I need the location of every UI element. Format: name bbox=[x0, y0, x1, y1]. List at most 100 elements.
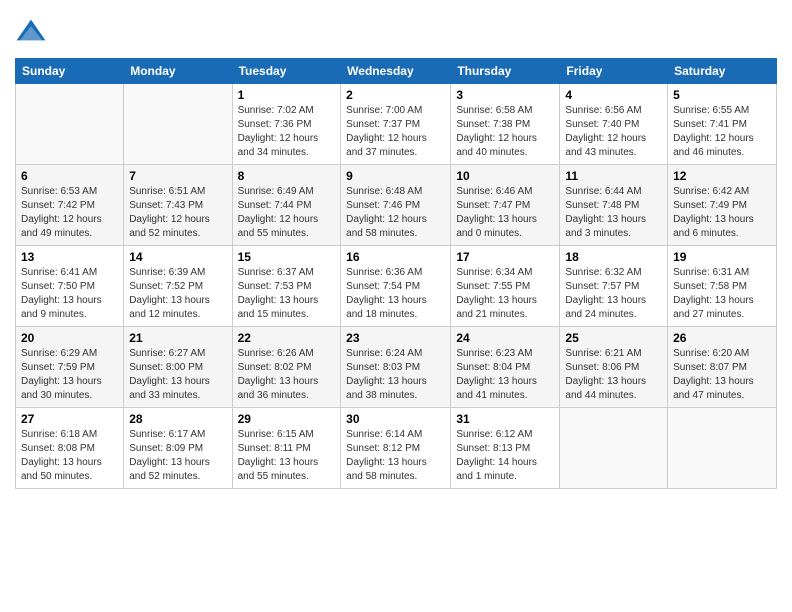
calendar-week-5: 27Sunrise: 6:18 AM Sunset: 8:08 PM Dayli… bbox=[16, 408, 777, 489]
day-number: 15 bbox=[238, 250, 336, 264]
day-info: Sunrise: 6:26 AM Sunset: 8:02 PM Dayligh… bbox=[238, 347, 336, 403]
calendar-cell: 5Sunrise: 6:55 AM Sunset: 7:41 PM Daylig… bbox=[668, 84, 777, 165]
day-info: Sunrise: 6:14 AM Sunset: 8:12 PM Dayligh… bbox=[346, 428, 445, 484]
calendar-cell: 17Sunrise: 6:34 AM Sunset: 7:55 PM Dayli… bbox=[451, 246, 560, 327]
calendar-cell: 31 Sunrise: 6:12 AM Sunset: 8:13 PM Dayli… bbox=[451, 408, 560, 489]
day-number: 26 bbox=[673, 331, 771, 345]
calendar-cell: 3 Sunrise: 6:58 AM Sunset: 7:38 PM Daylig… bbox=[451, 84, 560, 165]
weekday-header-thursday: Thursday bbox=[451, 59, 560, 84]
day-number: 31 bbox=[456, 412, 554, 426]
day-info: Sunrise: 6:24 AM Sunset: 8:03 PM Dayligh… bbox=[346, 347, 445, 403]
day-number: 29 bbox=[238, 412, 336, 426]
day-info: Sunrise: 6:58 AM Sunset: 7:38 PM Dayligh… bbox=[456, 104, 554, 160]
day-number: 5 bbox=[673, 88, 771, 102]
logo-icon bbox=[15, 18, 47, 50]
day-info: Sunrise: 6:23 AM Sunset: 8:04 PM Dayligh… bbox=[456, 347, 554, 403]
day-info: Sunrise: 6:39 AM Sunset: 7:52 PM Dayligh… bbox=[129, 266, 226, 322]
calendar-cell: 15Sunrise: 6:37 AM Sunset: 7:53 PM Dayli… bbox=[232, 246, 341, 327]
day-info: Sunrise: 6:20 AM Sunset: 8:07 PM Dayligh… bbox=[673, 347, 771, 403]
page-header bbox=[15, 10, 777, 50]
day-info: Sunrise: 7:00 AM Sunset: 7:37 PM Dayligh… bbox=[346, 104, 445, 160]
day-number: 19 bbox=[673, 250, 771, 264]
calendar-header-row: SundayMondayTuesdayWednesdayThursdayFrid… bbox=[16, 59, 777, 84]
day-info: Sunrise: 6:56 AM Sunset: 7:40 PM Dayligh… bbox=[565, 104, 662, 160]
day-info: Sunrise: 6:44 AM Sunset: 7:48 PM Dayligh… bbox=[565, 185, 662, 241]
calendar-cell: 22 Sunrise: 6:26 AM Sunset: 8:02 PM Dayli… bbox=[232, 327, 341, 408]
calendar-cell: 6Sunrise: 6:53 AM Sunset: 7:42 PM Daylig… bbox=[16, 165, 124, 246]
calendar-cell: 1 Sunrise: 7:02 AM Sunset: 7:36 PM Daylig… bbox=[232, 84, 341, 165]
calendar-cell: 11 Sunrise: 6:44 AM Sunset: 7:48 PM Dayli… bbox=[560, 165, 668, 246]
day-number: 11 bbox=[565, 169, 662, 183]
day-number: 20 bbox=[21, 331, 118, 345]
day-number: 17 bbox=[456, 250, 554, 264]
logo bbox=[15, 18, 51, 50]
day-number: 12 bbox=[673, 169, 771, 183]
day-number: 22 bbox=[238, 331, 336, 345]
calendar-cell: 14 Sunrise: 6:39 AM Sunset: 7:52 PM Dayli… bbox=[124, 246, 232, 327]
day-number: 30 bbox=[346, 412, 445, 426]
day-number: 28 bbox=[129, 412, 226, 426]
day-number: 4 bbox=[565, 88, 662, 102]
day-info: Sunrise: 6:29 AM Sunset: 7:59 PM Dayligh… bbox=[21, 347, 118, 403]
day-number: 25 bbox=[565, 331, 662, 345]
day-info: Sunrise: 6:48 AM Sunset: 7:46 PM Dayligh… bbox=[346, 185, 445, 241]
calendar-cell: 8 Sunrise: 6:49 AM Sunset: 7:44 PM Daylig… bbox=[232, 165, 341, 246]
day-number: 21 bbox=[129, 331, 226, 345]
day-info: Sunrise: 6:17 AM Sunset: 8:09 PM Dayligh… bbox=[129, 428, 226, 484]
calendar-week-1: 1 Sunrise: 7:02 AM Sunset: 7:36 PM Daylig… bbox=[16, 84, 777, 165]
calendar-cell: 28 Sunrise: 6:17 AM Sunset: 8:09 PM Dayli… bbox=[124, 408, 232, 489]
calendar-cell: 19 Sunrise: 6:31 AM Sunset: 7:58 PM Dayli… bbox=[668, 246, 777, 327]
calendar-cell bbox=[560, 408, 668, 489]
calendar-week-4: 20 Sunrise: 6:29 AM Sunset: 7:59 PM Dayli… bbox=[16, 327, 777, 408]
calendar-cell: 29 Sunrise: 6:15 AM Sunset: 8:11 PM Dayli… bbox=[232, 408, 341, 489]
calendar-body: 1 Sunrise: 7:02 AM Sunset: 7:36 PM Daylig… bbox=[16, 84, 777, 489]
calendar-cell: 24 Sunrise: 6:23 AM Sunset: 8:04 PM Dayli… bbox=[451, 327, 560, 408]
day-info: Sunrise: 6:31 AM Sunset: 7:58 PM Dayligh… bbox=[673, 266, 771, 322]
day-info: Sunrise: 6:36 AM Sunset: 7:54 PM Dayligh… bbox=[346, 266, 445, 322]
day-number: 6 bbox=[21, 169, 118, 183]
calendar-cell: 20 Sunrise: 6:29 AM Sunset: 7:59 PM Dayli… bbox=[16, 327, 124, 408]
day-info: Sunrise: 6:18 AM Sunset: 8:08 PM Dayligh… bbox=[21, 428, 118, 484]
day-info: Sunrise: 6:49 AM Sunset: 7:44 PM Dayligh… bbox=[238, 185, 336, 241]
day-number: 1 bbox=[238, 88, 336, 102]
day-number: 9 bbox=[346, 169, 445, 183]
calendar-cell: 12 Sunrise: 6:42 AM Sunset: 7:49 PM Dayli… bbox=[668, 165, 777, 246]
day-info: Sunrise: 6:27 AM Sunset: 8:00 PM Dayligh… bbox=[129, 347, 226, 403]
weekday-header-sunday: Sunday bbox=[16, 59, 124, 84]
calendar-cell: 26 Sunrise: 6:20 AM Sunset: 8:07 PM Dayli… bbox=[668, 327, 777, 408]
calendar-cell: 4 Sunrise: 6:56 AM Sunset: 7:40 PM Daylig… bbox=[560, 84, 668, 165]
day-info: Sunrise: 6:15 AM Sunset: 8:11 PM Dayligh… bbox=[238, 428, 336, 484]
weekday-header-saturday: Saturday bbox=[668, 59, 777, 84]
calendar-cell bbox=[124, 84, 232, 165]
day-number: 10 bbox=[456, 169, 554, 183]
day-number: 18 bbox=[565, 250, 662, 264]
day-info: Sunrise: 6:51 AM Sunset: 7:43 PM Dayligh… bbox=[129, 185, 226, 241]
day-info: Sunrise: 6:21 AM Sunset: 8:06 PM Dayligh… bbox=[565, 347, 662, 403]
calendar-cell: 18 Sunrise: 6:32 AM Sunset: 7:57 PM Dayli… bbox=[560, 246, 668, 327]
day-info: Sunrise: 7:02 AM Sunset: 7:36 PM Dayligh… bbox=[238, 104, 336, 160]
day-number: 14 bbox=[129, 250, 226, 264]
day-number: 23 bbox=[346, 331, 445, 345]
day-number: 8 bbox=[238, 169, 336, 183]
calendar-cell: 16 Sunrise: 6:36 AM Sunset: 7:54 PM Dayli… bbox=[341, 246, 451, 327]
day-number: 24 bbox=[456, 331, 554, 345]
day-number: 16 bbox=[346, 250, 445, 264]
day-number: 2 bbox=[346, 88, 445, 102]
calendar-cell bbox=[668, 408, 777, 489]
calendar-cell: 25 Sunrise: 6:21 AM Sunset: 8:06 PM Dayli… bbox=[560, 327, 668, 408]
calendar-table: SundayMondayTuesdayWednesdayThursdayFrid… bbox=[15, 58, 777, 489]
day-info: Sunrise: 6:12 AM Sunset: 8:13 PM Dayligh… bbox=[456, 428, 554, 484]
calendar-cell bbox=[16, 84, 124, 165]
day-number: 13 bbox=[21, 250, 118, 264]
weekday-header-friday: Friday bbox=[560, 59, 668, 84]
calendar-cell: 23 Sunrise: 6:24 AM Sunset: 8:03 PM Dayli… bbox=[341, 327, 451, 408]
calendar-cell: 27Sunrise: 6:18 AM Sunset: 8:08 PM Dayli… bbox=[16, 408, 124, 489]
day-info: Sunrise: 6:46 AM Sunset: 7:47 PM Dayligh… bbox=[456, 185, 554, 241]
calendar-cell: 30 Sunrise: 6:14 AM Sunset: 8:12 PM Dayli… bbox=[341, 408, 451, 489]
day-number: 3 bbox=[456, 88, 554, 102]
day-info: Sunrise: 6:32 AM Sunset: 7:57 PM Dayligh… bbox=[565, 266, 662, 322]
calendar-cell: 21 Sunrise: 6:27 AM Sunset: 8:00 PM Dayli… bbox=[124, 327, 232, 408]
day-info: Sunrise: 6:42 AM Sunset: 7:49 PM Dayligh… bbox=[673, 185, 771, 241]
calendar-cell: 10 Sunrise: 6:46 AM Sunset: 7:47 PM Dayli… bbox=[451, 165, 560, 246]
calendar-cell: 2 Sunrise: 7:00 AM Sunset: 7:37 PM Daylig… bbox=[341, 84, 451, 165]
